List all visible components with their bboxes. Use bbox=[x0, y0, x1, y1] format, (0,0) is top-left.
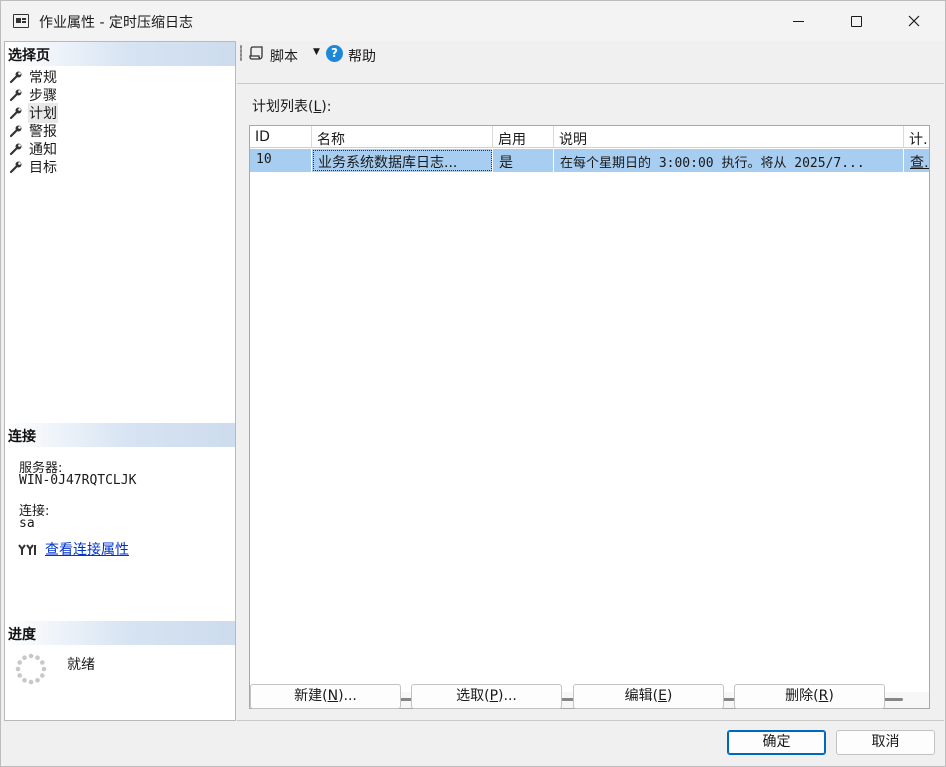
maximize-icon bbox=[850, 15, 862, 27]
view-connection-properties-link[interactable]: 查看连接属性 bbox=[45, 539, 129, 559]
delete-button[interactable]: 删除(R) bbox=[734, 684, 885, 709]
page-item-general[interactable]: 常规 bbox=[9, 68, 58, 86]
pick-button[interactable]: 选取(P)... bbox=[411, 684, 562, 709]
page-list: 常规 步骤 计划 警报 通知 目标 bbox=[9, 68, 58, 176]
page-label: 计划 bbox=[28, 103, 58, 123]
cancel-button[interactable]: 取消 bbox=[836, 730, 935, 755]
ok-button[interactable]: 确定 bbox=[727, 730, 826, 755]
cell-enabled: 是 bbox=[493, 149, 554, 172]
wrench-icon bbox=[9, 107, 22, 120]
edit-button[interactable]: 编辑(E) bbox=[573, 684, 724, 709]
server-value: WIN-0J47RQTCLJK bbox=[19, 473, 137, 488]
script-icon bbox=[249, 46, 263, 60]
schedule-page: 计划列表(L): ID 名称 启用 说明 计… 10 业务系统数据库日志... … bbox=[237, 83, 944, 721]
schedule-grid[interactable]: ID 名称 启用 说明 计… 10 业务系统数据库日志... 是 在每个星期日的… bbox=[249, 125, 930, 709]
maximize-button[interactable] bbox=[827, 1, 885, 41]
cell-jobs-link[interactable]: 查… bbox=[904, 149, 929, 172]
connection-properties-icon bbox=[18, 544, 36, 555]
table-row[interactable]: 10 业务系统数据库日志... 是 在每个星期日的 3:00:00 执行。将从 … bbox=[250, 149, 929, 172]
column-header-name[interactable]: 名称 bbox=[312, 126, 493, 148]
column-header-enabled[interactable]: 启用 bbox=[493, 126, 554, 148]
connection-header: 连接 bbox=[5, 423, 235, 447]
minimize-button[interactable] bbox=[769, 1, 827, 41]
window-app-icon bbox=[13, 14, 29, 28]
wrench-icon bbox=[9, 161, 22, 174]
toolbar: 脚本 ▼ ? 帮助 bbox=[237, 41, 945, 69]
progress-status: 就绪 bbox=[67, 657, 95, 673]
wrench-icon bbox=[9, 71, 22, 84]
grid-header: ID 名称 启用 说明 计… bbox=[250, 126, 929, 148]
column-header-id[interactable]: ID bbox=[250, 126, 312, 148]
page-item-targets[interactable]: 目标 bbox=[9, 158, 58, 176]
toolbar-grip bbox=[240, 45, 242, 61]
page-item-alerts[interactable]: 警报 bbox=[9, 122, 58, 140]
help-button[interactable]: 帮助 bbox=[348, 46, 376, 66]
page-label: 通知 bbox=[29, 142, 57, 158]
page-item-schedules[interactable]: 计划 bbox=[9, 103, 58, 123]
connection-value: sa bbox=[19, 516, 35, 531]
window-title: 作业属性 - 定时压缩日志 bbox=[39, 15, 193, 31]
script-button[interactable]: 脚本 bbox=[270, 46, 298, 66]
page-item-steps[interactable]: 步骤 bbox=[9, 86, 58, 104]
progress-spinner-icon bbox=[15, 653, 47, 685]
schedule-list-label: 计划列表(L): bbox=[252, 99, 332, 115]
wrench-icon bbox=[9, 125, 22, 138]
left-panel: 选择页 常规 步骤 计划 警报 通知 目标 连接 服务器: WIN-0J47RQ… bbox=[4, 41, 236, 721]
column-header-jobs[interactable]: 计… bbox=[904, 126, 929, 148]
page-item-notifications[interactable]: 通知 bbox=[9, 140, 58, 158]
title-bar: 作业属性 - 定时压缩日志 bbox=[1, 1, 945, 41]
page-label: 步骤 bbox=[29, 88, 57, 104]
minimize-icon bbox=[792, 20, 804, 22]
close-button[interactable] bbox=[885, 1, 943, 41]
cell-name: 业务系统数据库日志... bbox=[312, 149, 493, 172]
progress-header: 进度 bbox=[5, 621, 235, 645]
select-page-header: 选择页 bbox=[5, 42, 235, 66]
column-header-description[interactable]: 说明 bbox=[554, 126, 904, 148]
page-label: 目标 bbox=[29, 160, 57, 176]
cell-id: 10 bbox=[250, 149, 312, 172]
help-icon: ? bbox=[326, 45, 343, 62]
page-label: 警报 bbox=[29, 124, 57, 140]
cell-description: 在每个星期日的 3:00:00 执行。将从 2025/7... bbox=[554, 149, 904, 172]
job-properties-window: 作业属性 - 定时压缩日志 选择页 常规 步骤 计划 警报 通知 目标 连接 服… bbox=[0, 0, 946, 767]
page-label: 常规 bbox=[29, 70, 57, 86]
close-icon bbox=[908, 15, 920, 27]
script-dropdown-arrow[interactable]: ▼ bbox=[313, 47, 320, 57]
wrench-icon bbox=[9, 89, 22, 102]
new-button[interactable]: 新建(N)... bbox=[250, 684, 401, 709]
wrench-icon bbox=[9, 143, 22, 156]
